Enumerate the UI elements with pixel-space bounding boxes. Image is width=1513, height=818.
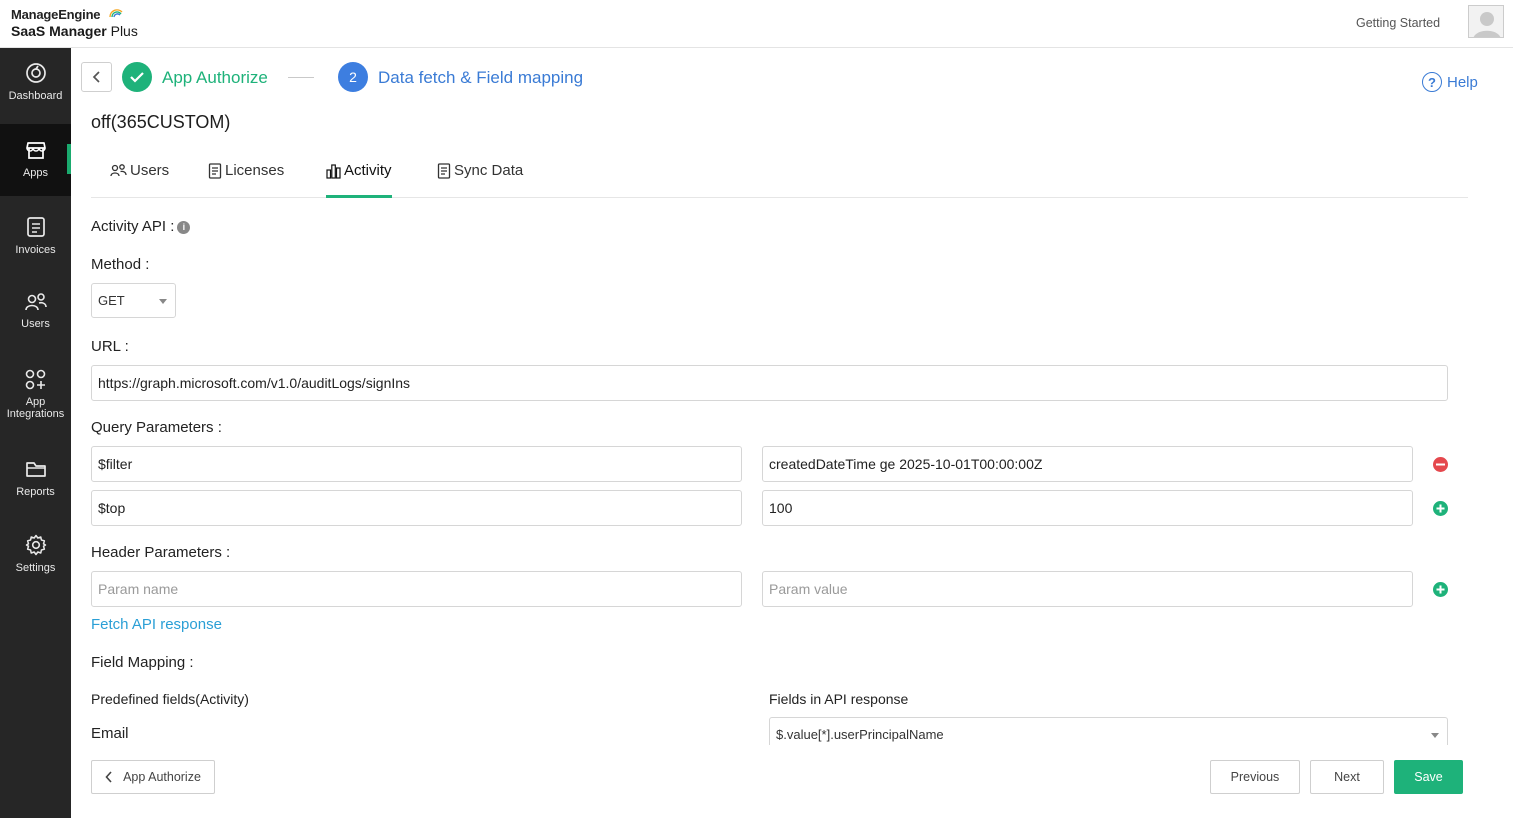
step-connector <box>288 77 314 78</box>
sidebar: Dashboard Apps Invoices Users App Integr… <box>0 48 71 818</box>
step-number-badge: 2 <box>338 62 368 92</box>
step-data-fetch: Data fetch & Field mapping <box>378 68 584 87</box>
sidebar-item-label: App <box>25 396 46 408</box>
tab-label: Licenses <box>225 162 285 179</box>
tab-label: Users <box>130 162 170 179</box>
add-header-button[interactable] <box>1433 582 1448 597</box>
sidebar-item-app-integrations[interactable]: App Integrations <box>0 352 71 432</box>
user-silhouette-icon <box>1473 12 1501 37</box>
save-button[interactable]: Save <box>1394 760 1463 794</box>
chevron-left-icon <box>92 71 100 83</box>
users-icon <box>24 293 47 311</box>
sidebar-item-label: Apps <box>22 167 49 179</box>
store-icon <box>25 142 46 159</box>
sidebar-item-label: Reports <box>16 486 55 498</box>
logo-arc-icon <box>109 9 123 18</box>
brand-product: SaaS Manager Plus <box>11 23 138 39</box>
tab-users[interactable]: Users <box>110 162 169 198</box>
activity-api-heading: Activity API :i <box>91 218 191 235</box>
help-link[interactable]: ? Help <box>1422 72 1478 92</box>
top-header: ManageEngine SaaS Manager Plus Getting S… <box>0 0 1513 48</box>
method-label: Method : <box>91 256 150 273</box>
avatar[interactable] <box>1468 5 1504 38</box>
page-title: off(365CUSTOM) <box>91 112 231 132</box>
sidebar-item-reports[interactable]: Reports <box>0 444 71 516</box>
sidebar-item-label: Invoices <box>15 244 56 256</box>
wizard-back-button[interactable] <box>81 62 112 92</box>
step-app-authorize[interactable]: App Authorize <box>162 68 268 88</box>
getting-started-link[interactable]: Getting Started <box>1356 16 1440 30</box>
chevron-left-icon <box>105 771 112 783</box>
info-icon[interactable]: i <box>177 221 191 234</box>
query-param-value-input[interactable]: 100 <box>762 490 1413 526</box>
add-param-button[interactable] <box>1433 501 1448 516</box>
sidebar-item-label: Dashboard <box>8 90 63 102</box>
predefined-fields-heading: Predefined fields(Activity) <box>91 691 249 707</box>
dashboard-icon <box>25 63 46 83</box>
check-icon <box>130 72 144 83</box>
tab-licenses[interactable]: Licenses <box>208 162 284 198</box>
url-label: URL : <box>91 338 129 355</box>
bar-chart-icon <box>326 164 341 179</box>
button-label: App Authorize <box>123 770 201 784</box>
brand-product-bold: SaaS Manager <box>11 23 107 39</box>
query-param-value-input[interactable]: createdDateTime ge 2025-10-01T00:00:00Z <box>762 446 1413 482</box>
plus-icon <box>1436 504 1445 513</box>
sidebar-item-users[interactable]: Users <box>0 276 71 348</box>
sidebar-item-label-2: Integrations <box>6 408 65 420</box>
field-mapping-label: Field Mapping : <box>91 654 194 671</box>
brand-product-rest: Plus <box>106 23 138 39</box>
document-icon <box>208 163 222 179</box>
tab-label: Activity <box>344 162 392 179</box>
remove-param-button[interactable] <box>1433 457 1448 472</box>
gear-icon <box>25 534 46 556</box>
tab-activity[interactable]: Activity <box>326 162 392 198</box>
sidebar-item-apps[interactable]: Apps <box>0 124 71 196</box>
method-select[interactable]: GET <box>91 283 176 318</box>
url-input[interactable]: https://graph.microsoft.com/v1.0/auditLo… <box>91 365 1448 401</box>
fetch-api-response-link[interactable]: Fetch API response <box>91 616 222 633</box>
footer-bar: App Authorize Previous Next Save <box>71 745 1513 818</box>
sidebar-item-label: Users <box>21 318 50 330</box>
minus-icon <box>1436 463 1445 466</box>
mapping-field-label: Email <box>91 725 129 742</box>
method-value: GET <box>98 293 125 308</box>
sidebar-item-label: Settings <box>15 562 56 574</box>
help-label: Help <box>1447 73 1478 91</box>
step-complete-indicator <box>122 62 152 92</box>
sidebar-item-settings[interactable]: Settings <box>0 520 71 592</box>
api-fields-heading: Fields in API response <box>769 691 909 707</box>
question-icon: ? <box>1422 72 1442 92</box>
sidebar-item-dashboard[interactable]: Dashboard <box>0 48 71 120</box>
header-param-name-input[interactable]: Param name <box>91 571 742 607</box>
tab-label: Sync Data <box>454 162 524 179</box>
query-param-name-input[interactable]: $filter <box>91 446 742 482</box>
tab-sync-data[interactable]: Sync Data <box>437 162 523 198</box>
main-content: App Authorize 2 Data fetch & Field mappi… <box>71 48 1513 818</box>
invoice-icon <box>26 217 45 237</box>
next-button[interactable]: Next <box>1310 760 1384 794</box>
api-field-value: $.value[*].userPrincipalName <box>776 727 944 742</box>
brand-logo[interactable]: ManageEngine SaaS Manager Plus <box>11 7 138 39</box>
plus-icon <box>1436 585 1445 594</box>
users-icon <box>110 164 127 177</box>
sidebar-item-invoices[interactable]: Invoices <box>0 200 71 272</box>
document-icon <box>437 163 451 179</box>
integrations-icon <box>25 369 45 390</box>
activity-api-label: Activity API : <box>91 218 175 235</box>
header-params-label: Header Parameters : <box>91 544 231 561</box>
header-param-value-input[interactable]: Param value <box>762 571 1413 607</box>
caret-down-icon <box>1431 733 1439 738</box>
back-to-app-authorize-button[interactable]: App Authorize <box>91 760 215 794</box>
folder-icon <box>25 462 46 477</box>
caret-down-icon <box>159 299 167 304</box>
previous-button[interactable]: Previous <box>1210 760 1300 794</box>
query-param-name-input[interactable]: $top <box>91 490 742 526</box>
tab-bar: Users Licenses Activity Sync Data <box>91 152 1468 198</box>
query-params-label: Query Parameters : <box>91 419 222 436</box>
